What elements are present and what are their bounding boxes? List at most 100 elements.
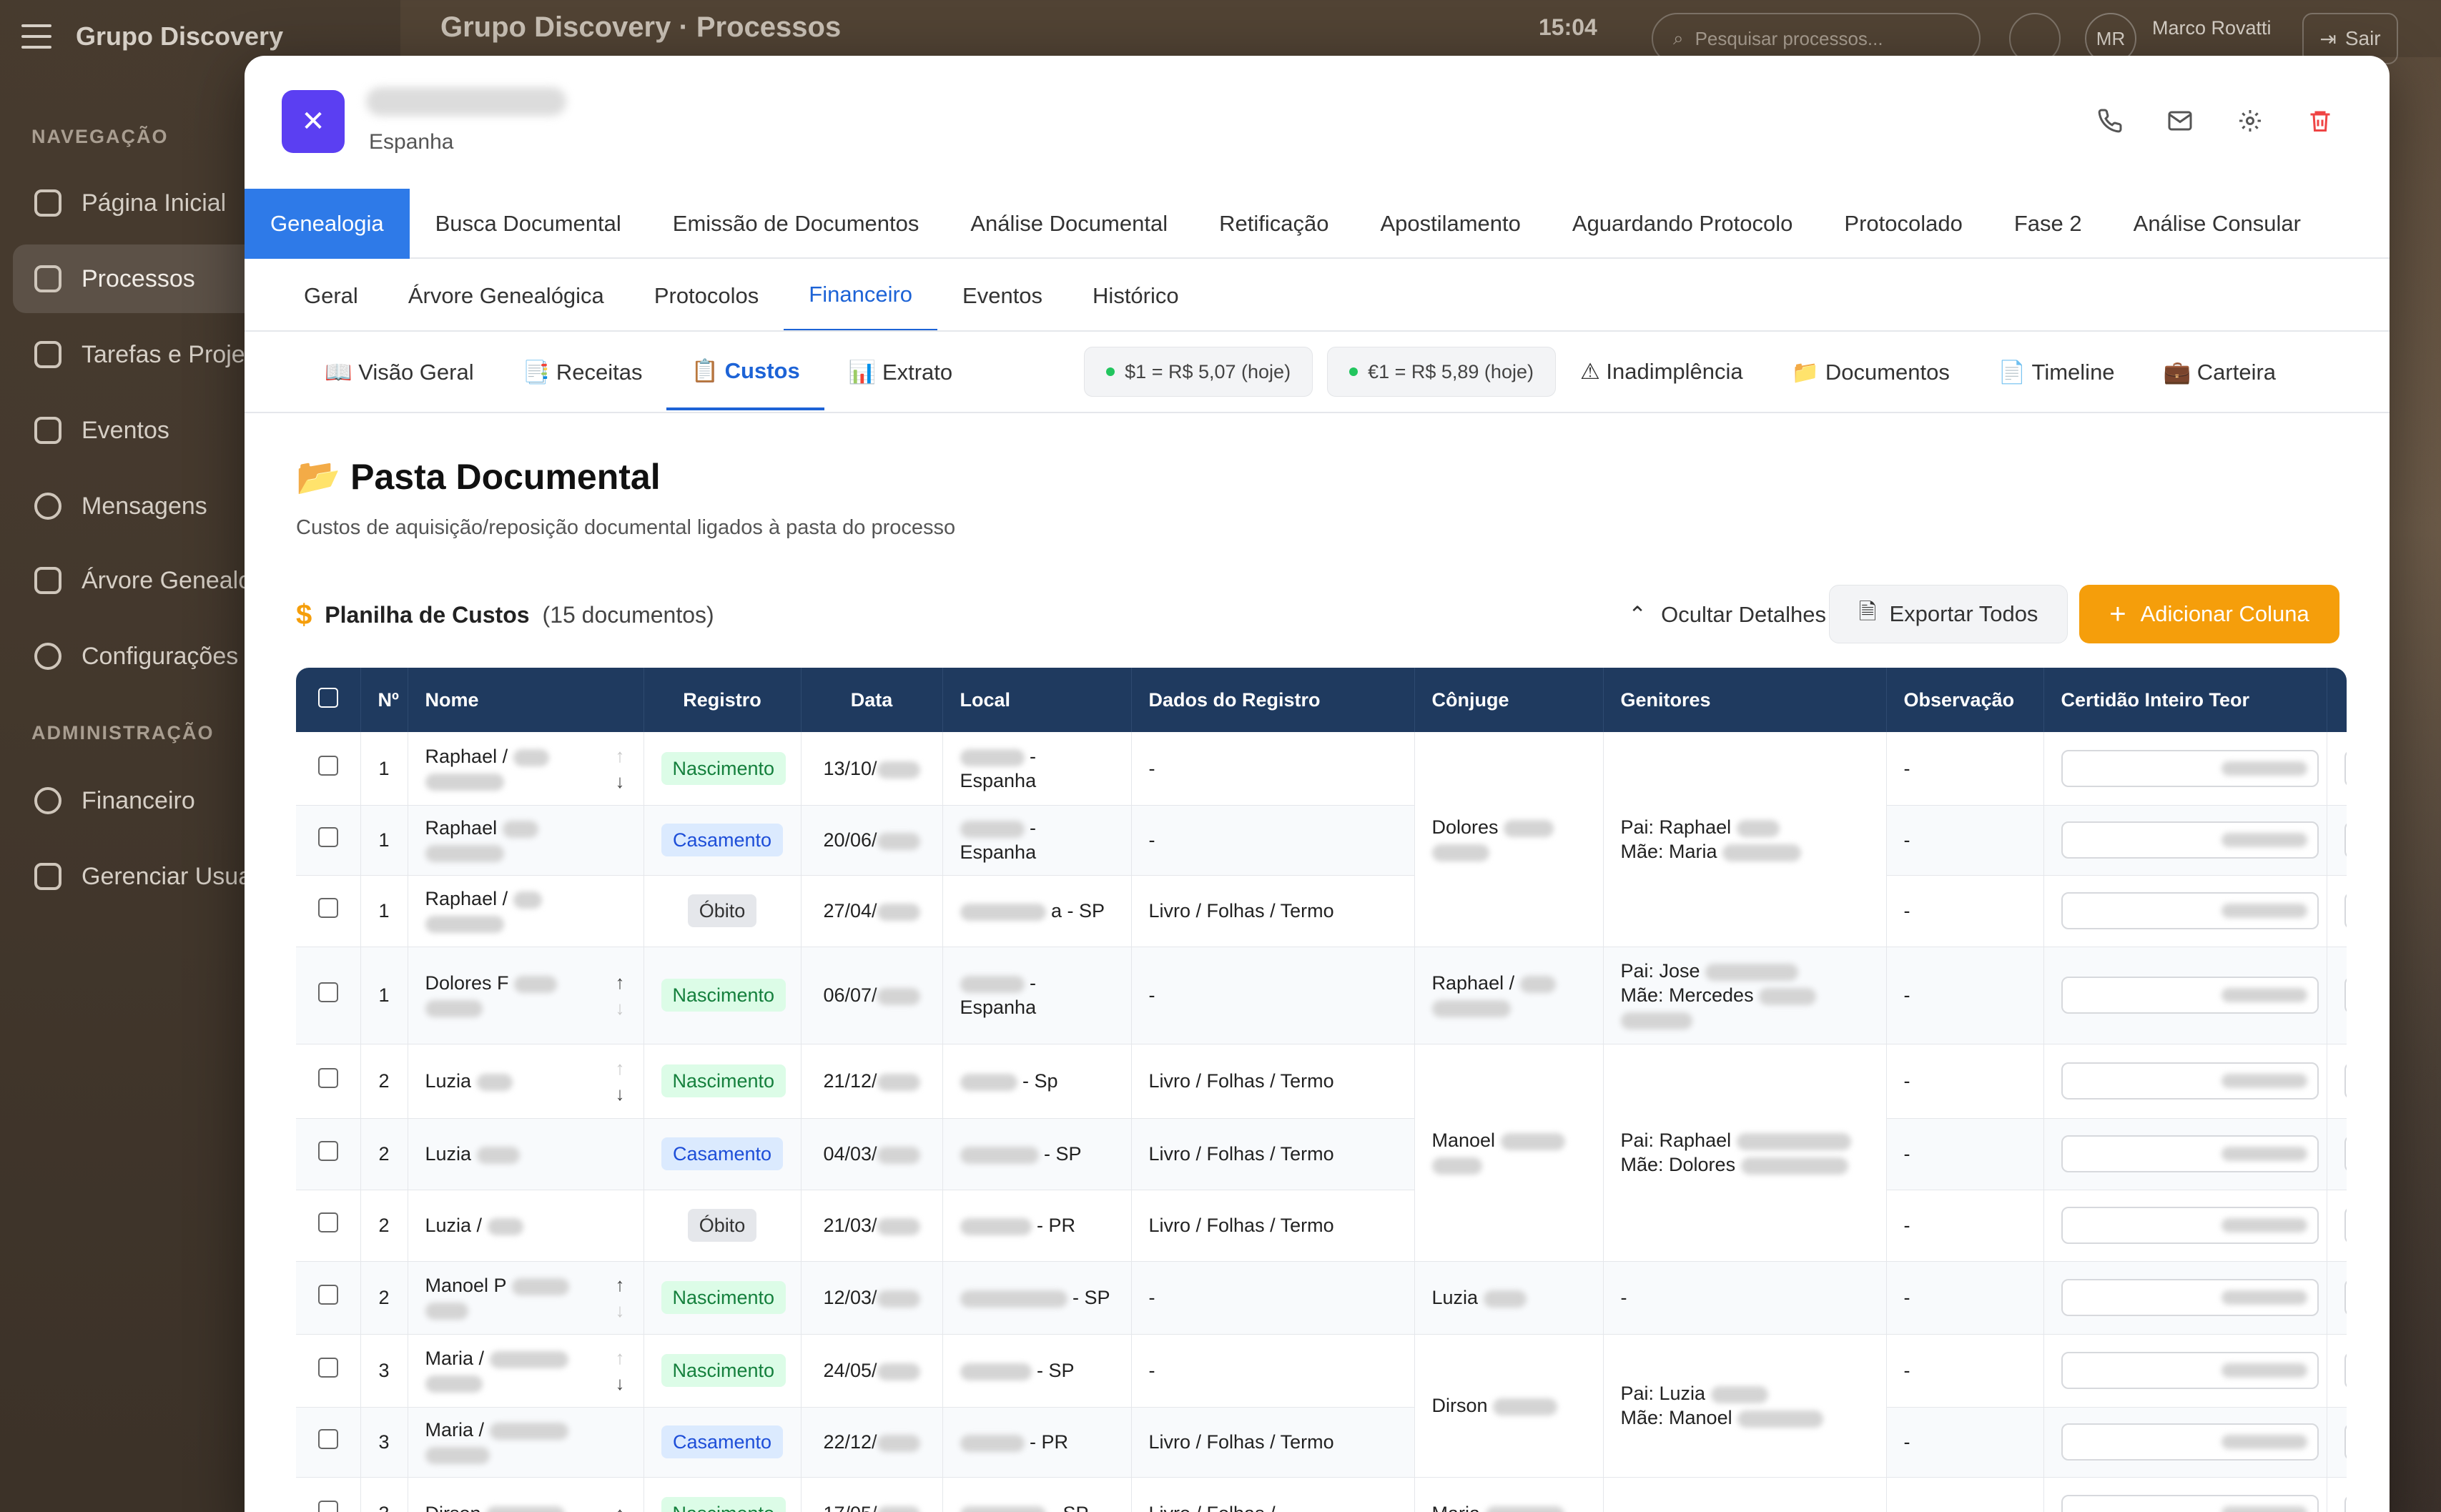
extra-input[interactable] bbox=[2344, 749, 2347, 787]
registro-badge: Nascimento bbox=[661, 1354, 786, 1387]
close-button[interactable]: ✕ bbox=[282, 90, 345, 153]
extra-input[interactable] bbox=[2344, 892, 2347, 929]
arrow-up-icon[interactable]: ↑ bbox=[616, 1059, 625, 1077]
arrow-down-icon[interactable]: ↓ bbox=[616, 1301, 625, 1320]
certidao-input[interactable] bbox=[2061, 749, 2319, 787]
hide-details-label: Ocultar Detalhes bbox=[1661, 602, 1826, 627]
arrow-down-icon[interactable]: ↓ bbox=[616, 999, 625, 1017]
extra-input[interactable] bbox=[2344, 1495, 2347, 1512]
certidao-input[interactable] bbox=[2061, 1062, 2319, 1100]
tab-fase-2[interactable]: Fase 2 bbox=[1988, 189, 2108, 259]
certidao-input[interactable] bbox=[2061, 1423, 2319, 1461]
tab-protocolado[interactable]: Protocolado bbox=[1818, 189, 1988, 259]
cell-genitores: Pai: Jose Mãe: Mercedes bbox=[1603, 947, 1887, 1044]
export-all-button[interactable]: 🗎 Exportar Todos bbox=[1829, 585, 2068, 643]
tab-aguardando-protocolo[interactable]: Aguardando Protocolo bbox=[1547, 189, 1819, 259]
tab-arvore-genealogica[interactable]: Árvore Genealógica bbox=[383, 260, 629, 332]
certidao-input[interactable] bbox=[2061, 892, 2319, 929]
arrow-down-icon[interactable]: ↓ bbox=[616, 1084, 625, 1103]
arrow-down-icon[interactable]: ↓ bbox=[616, 772, 625, 791]
extra-input[interactable] bbox=[2344, 1207, 2347, 1244]
arrow-down-icon[interactable]: ↓ bbox=[616, 1374, 625, 1393]
tab-protocolos[interactable]: Protocolos bbox=[629, 260, 784, 332]
row-checkbox[interactable] bbox=[317, 755, 338, 776]
row-checkbox[interactable] bbox=[317, 1068, 338, 1088]
tab-inadimplencia[interactable]: ⚠ Inadimplência bbox=[1556, 333, 1767, 410]
row-checkbox[interactable] bbox=[317, 898, 338, 918]
tab-visao-geral[interactable]: 📖 Visão Geral bbox=[300, 333, 498, 410]
select-all-checkbox[interactable] bbox=[317, 687, 338, 708]
arrow-up-icon[interactable]: ↑ bbox=[616, 973, 625, 992]
row-checkbox[interactable] bbox=[317, 1501, 338, 1512]
tab-eventos[interactable]: Eventos bbox=[937, 260, 1067, 332]
extra-input[interactable] bbox=[2344, 1423, 2347, 1461]
tab-documentos[interactable]: 📁 Documentos bbox=[1767, 333, 1974, 410]
reorder-arrows[interactable]: ↑ bbox=[616, 1504, 625, 1512]
extra-input[interactable] bbox=[2344, 1135, 2347, 1172]
check-square-icon bbox=[34, 341, 61, 368]
tab-analise-documental[interactable]: Análise Documental bbox=[945, 189, 1193, 259]
extra-input[interactable] bbox=[2344, 977, 2347, 1014]
certidao-input[interactable] bbox=[2061, 821, 2319, 859]
reorder-arrows[interactable]: ↑ ↓ bbox=[616, 973, 625, 1017]
cell-data: 12/03/ bbox=[801, 1261, 943, 1335]
mail-icon[interactable] bbox=[2166, 107, 2194, 134]
tab-apostilamento[interactable]: Apostilamento bbox=[1354, 189, 1546, 259]
tab-geral[interactable]: Geral bbox=[279, 260, 383, 332]
user-name: Marco Rovatti bbox=[2152, 17, 2272, 39]
hamburger-menu-icon[interactable] bbox=[21, 24, 51, 49]
arrow-up-icon[interactable]: ↑ bbox=[616, 1504, 625, 1512]
cell-name: Raphael / bbox=[408, 875, 644, 947]
phone-icon[interactable] bbox=[2096, 107, 2124, 134]
arrow-up-icon[interactable]: ↑ bbox=[616, 1275, 625, 1294]
row-checkbox[interactable] bbox=[317, 827, 338, 847]
client-country: Espanha bbox=[369, 130, 454, 154]
trash-icon[interactable] bbox=[2307, 107, 2334, 134]
row-checkbox[interactable] bbox=[317, 1285, 338, 1305]
local-text: - SP bbox=[1051, 1503, 1089, 1512]
row-checkbox[interactable] bbox=[317, 982, 338, 1002]
cell-local: - Sp bbox=[942, 1044, 1132, 1119]
reorder-arrows[interactable]: ↑ ↓ bbox=[616, 1275, 625, 1320]
add-column-button[interactable]: + Adicionar Coluna bbox=[2079, 585, 2339, 643]
row-checkbox[interactable] bbox=[317, 1141, 338, 1161]
extra-input[interactable] bbox=[2344, 1062, 2347, 1100]
father-name: Pai: Luzia bbox=[1620, 1383, 1706, 1404]
certidao-input[interactable] bbox=[2061, 1352, 2319, 1389]
hide-details-button[interactable]: ⌃ Ocultar Detalhes bbox=[1628, 595, 1826, 635]
tab-financeiro[interactable]: Financeiro bbox=[784, 260, 938, 332]
tab-genealogia[interactable]: Genealogia bbox=[245, 189, 410, 259]
row-checkbox[interactable] bbox=[317, 1358, 338, 1378]
certidao-input[interactable] bbox=[2061, 1495, 2319, 1512]
extra-input[interactable] bbox=[2344, 1352, 2347, 1389]
cell-certidao bbox=[2043, 875, 2327, 947]
search-placeholder: Pesquisar processos... bbox=[1695, 27, 1883, 49]
certidao-input[interactable] bbox=[2061, 977, 2319, 1014]
reorder-arrows[interactable]: ↑ ↓ bbox=[616, 1059, 625, 1103]
cell-extra bbox=[2327, 1118, 2347, 1190]
reorder-arrows[interactable]: ↑ ↓ bbox=[616, 746, 625, 791]
tab-receitas[interactable]: 📑 Receitas bbox=[498, 333, 667, 410]
cell-extra bbox=[2327, 875, 2347, 947]
certidao-input[interactable] bbox=[2061, 1207, 2319, 1244]
row-checkbox[interactable] bbox=[317, 1429, 338, 1449]
extra-input[interactable] bbox=[2344, 821, 2347, 859]
certidao-input[interactable] bbox=[2061, 1279, 2319, 1316]
tab-timeline[interactable]: 📄 Timeline bbox=[1974, 333, 2139, 410]
extra-input[interactable] bbox=[2344, 1279, 2347, 1316]
row-checkbox[interactable] bbox=[317, 1212, 338, 1232]
tab-analise-consular[interactable]: Análise Consular bbox=[2108, 189, 2327, 259]
tab-carteira[interactable]: 💼 Carteira bbox=[2139, 333, 2300, 410]
tab-historico[interactable]: Histórico bbox=[1067, 260, 1204, 332]
tab-busca-documental[interactable]: Busca Documental bbox=[410, 189, 647, 259]
gear-icon[interactable] bbox=[2237, 107, 2264, 134]
reorder-arrows[interactable]: ↑ ↓ bbox=[616, 1348, 625, 1393]
person-name: Maria / bbox=[425, 1348, 485, 1369]
arrow-up-icon[interactable]: ↑ bbox=[616, 746, 625, 765]
tab-custos[interactable]: 📋 Custos bbox=[666, 333, 824, 410]
tab-extrato[interactable]: 📊 Extrato bbox=[824, 333, 977, 410]
certidao-input[interactable] bbox=[2061, 1135, 2319, 1172]
arrow-up-icon[interactable]: ↑ bbox=[616, 1348, 625, 1367]
tab-retificacao[interactable]: Retificação bbox=[1193, 189, 1354, 259]
tab-emissao-documentos[interactable]: Emissão de Documentos bbox=[647, 189, 945, 259]
